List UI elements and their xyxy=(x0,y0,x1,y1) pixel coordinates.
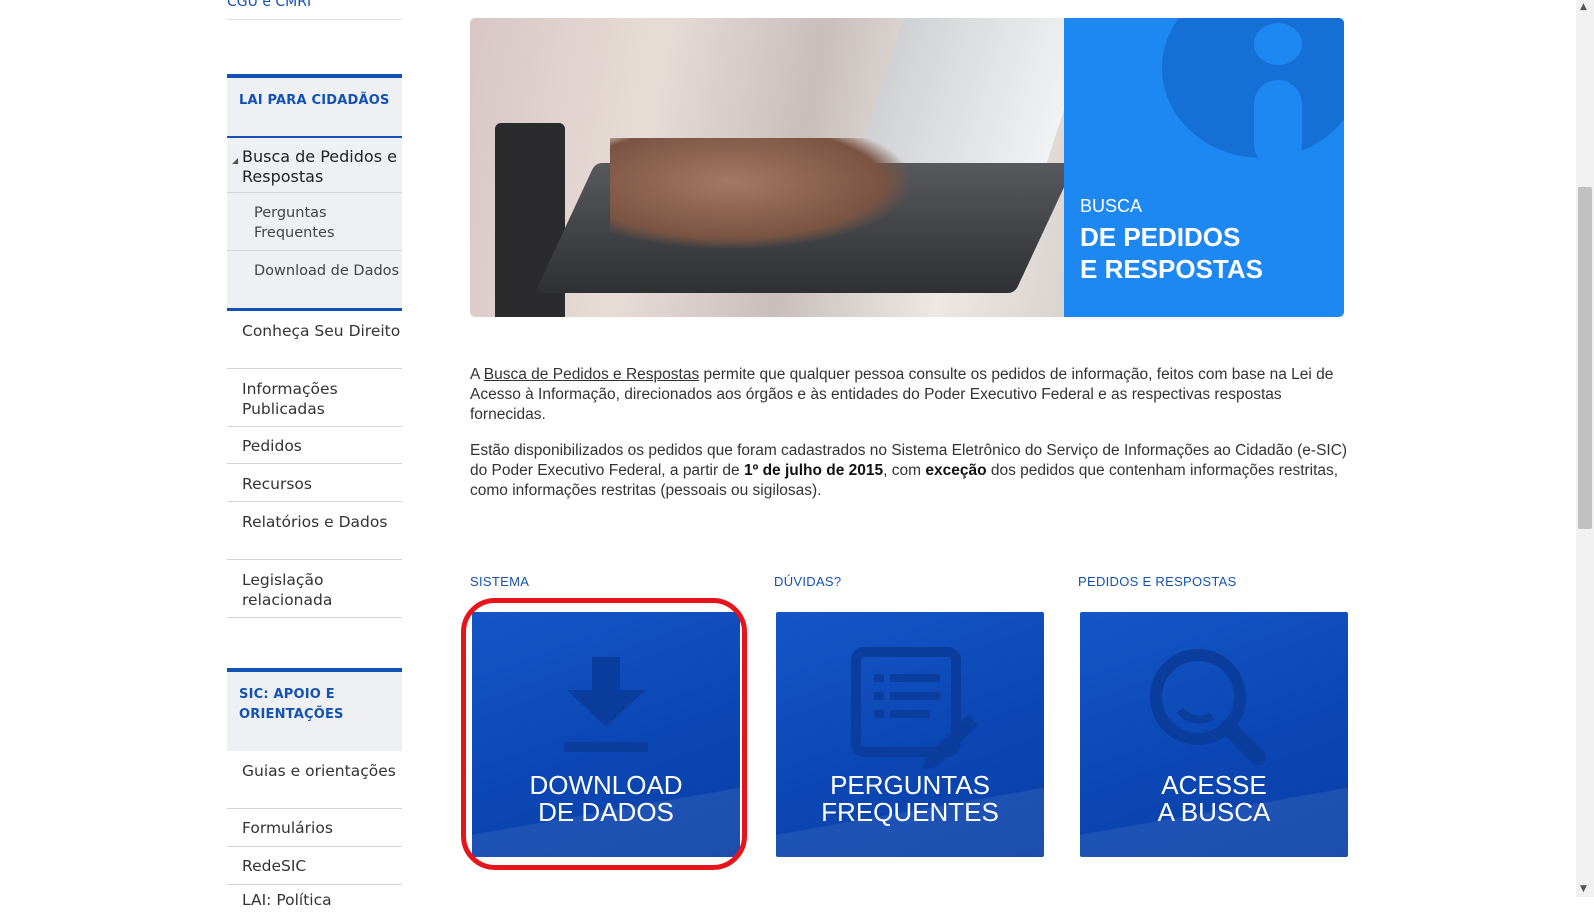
info-icon xyxy=(1254,23,1302,65)
sidebar-item-redesic[interactable]: RedeSIC xyxy=(227,847,402,885)
info-icon-bar xyxy=(1254,80,1302,168)
sidebar-item-relatorios[interactable]: Relatórios e Dados xyxy=(227,502,402,560)
hands-shape xyxy=(610,138,910,248)
text: , com xyxy=(883,462,926,479)
bold-date: 1º de julho de 2015 xyxy=(743,462,884,479)
scroll-up-arrow-icon[interactable]: ▲ xyxy=(1580,2,1587,12)
sidebar-subitem-download[interactable]: Download de Dados xyxy=(227,251,402,311)
sidebar-item-formularios[interactable]: Formulários xyxy=(227,809,402,847)
sidebar-item-informacoes[interactable]: Informações Publicadas xyxy=(227,369,402,427)
sidebar-subitem-perguntas[interactable]: Perguntas Frequentes xyxy=(227,193,402,251)
text: A xyxy=(470,366,484,383)
hero-title: DE PEDIDOS E RESPOSTAS xyxy=(1080,221,1263,285)
hero-title-line1: DE PEDIDOS xyxy=(1080,222,1241,252)
busca-link[interactable]: Busca de Pedidos e Respostas xyxy=(484,366,699,383)
sidebar-item-recursos[interactable]: Recursos xyxy=(227,464,402,502)
card-label-duvidas: DÚVIDAS? xyxy=(774,574,842,589)
document-edit-icon xyxy=(851,647,978,770)
scrollbar-thumb[interactable] xyxy=(1578,187,1592,529)
card-label-sistema: SISTEMA xyxy=(470,574,530,589)
hero-blue-panel: BUSCA DE PEDIDOS E RESPOSTAS xyxy=(1064,18,1344,317)
sidebar-item-conheca-direito[interactable]: Conheça Seu Direito xyxy=(227,311,402,369)
sidebar-section-lai-cidadaos: LAI PARA CIDADÃOS xyxy=(227,74,402,136)
sidebar-item-guias[interactable]: Guias e orientações xyxy=(227,751,402,809)
perguntas-frequentes-card[interactable]: PERGUNTAS FREQUENTES xyxy=(776,612,1044,857)
scroll-down-arrow-icon[interactable]: ▼ xyxy=(1580,884,1587,894)
sidebar-item-label: Busca de Pedidos e Respostas xyxy=(242,147,397,186)
magnifier-icon xyxy=(1150,649,1266,765)
card-label-pedidos: PEDIDOS E RESPOSTAS xyxy=(1078,574,1237,589)
hero-banner: BUSCA DE PEDIDOS E RESPOSTAS xyxy=(470,18,1344,317)
sidebar-link-cgu-cmri[interactable]: CGU e CMRI xyxy=(227,0,311,10)
sidebar-section-sic-apoio: SIC: APOIO E ORIENTAÇÕES xyxy=(227,668,402,751)
intro-paragraph-2: Estão disponibilizados os pedidos que fo… xyxy=(470,441,1350,501)
expanded-triangle-icon: ◢ xyxy=(232,156,239,165)
divider xyxy=(227,19,402,20)
hero-photo xyxy=(470,18,1094,317)
card-title-line2: FREQUENTES xyxy=(821,797,999,827)
sidebar-item-pedidos[interactable]: Pedidos xyxy=(227,427,402,464)
card-title: PERGUNTAS FREQUENTES xyxy=(776,772,1044,826)
bold-excecao: exceção xyxy=(925,462,987,479)
intro-paragraph-1: A Busca de Pedidos e Respostas permite q… xyxy=(470,365,1350,425)
info-bubble-icon xyxy=(1162,18,1344,158)
hero-subtitle: BUSCA xyxy=(1080,196,1143,216)
acesse-busca-card[interactable]: ACESSE A BUSCA xyxy=(1080,612,1348,857)
card-title-line1: PERGUNTAS xyxy=(830,770,990,800)
card-title-line2: A BUSCA xyxy=(1157,797,1271,827)
highlight-annotation xyxy=(461,598,747,870)
sidebar-item-busca-pedidos[interactable]: ◢ Busca de Pedidos e Respostas xyxy=(227,136,402,193)
card-title: ACESSE A BUSCA xyxy=(1080,772,1348,826)
sidebar-item-lai-politica[interactable]: LAI: Política xyxy=(227,885,402,915)
hero-title-line2: E RESPOSTAS xyxy=(1080,254,1264,284)
card-title-line1: ACESSE xyxy=(1161,770,1267,800)
sidebar-item-legislacao[interactable]: Legislação relacionada xyxy=(227,560,402,618)
